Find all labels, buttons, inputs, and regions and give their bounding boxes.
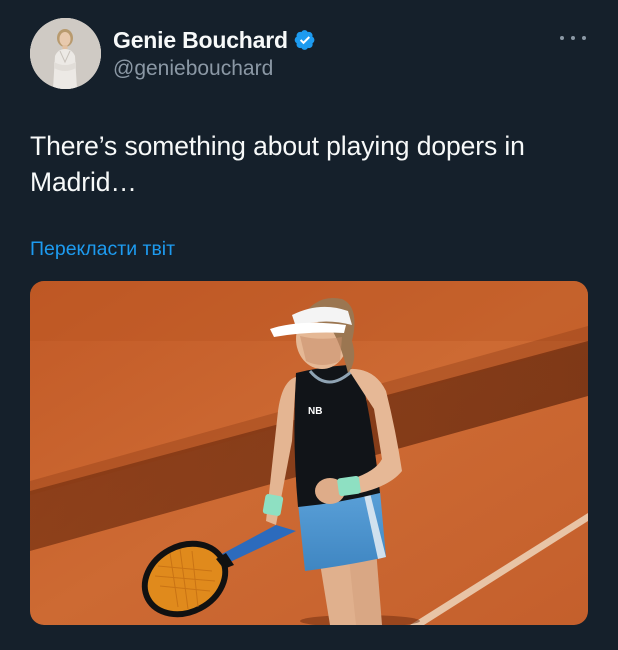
tweet: Genie Bouchard @geniebouchard There’s so… <box>0 0 618 650</box>
more-dot <box>560 36 564 40</box>
author-name-row: Genie Bouchard <box>113 24 316 56</box>
author-display-name[interactable]: Genie Bouchard <box>113 27 288 54</box>
translate-tweet-link[interactable]: Перекласти твіт <box>30 238 175 261</box>
avatar-image <box>30 18 101 89</box>
tennis-player-photo: NB <box>30 281 588 625</box>
more-dot <box>571 36 575 40</box>
verified-badge-icon <box>294 29 316 51</box>
more-dot <box>582 36 586 40</box>
tweet-text-line: There’s something about playing dopers i… <box>30 131 525 161</box>
author-avatar[interactable] <box>30 18 101 89</box>
more-options-icon[interactable] <box>560 28 586 48</box>
tweet-text-line: Madrid… <box>30 167 137 197</box>
tweet-text: There’s something about playing dopers i… <box>30 128 590 200</box>
author-handle[interactable]: @geniebouchard <box>113 57 273 81</box>
tweet-photo[interactable]: NB <box>30 281 588 625</box>
apparel-logo: NB <box>308 406 322 417</box>
